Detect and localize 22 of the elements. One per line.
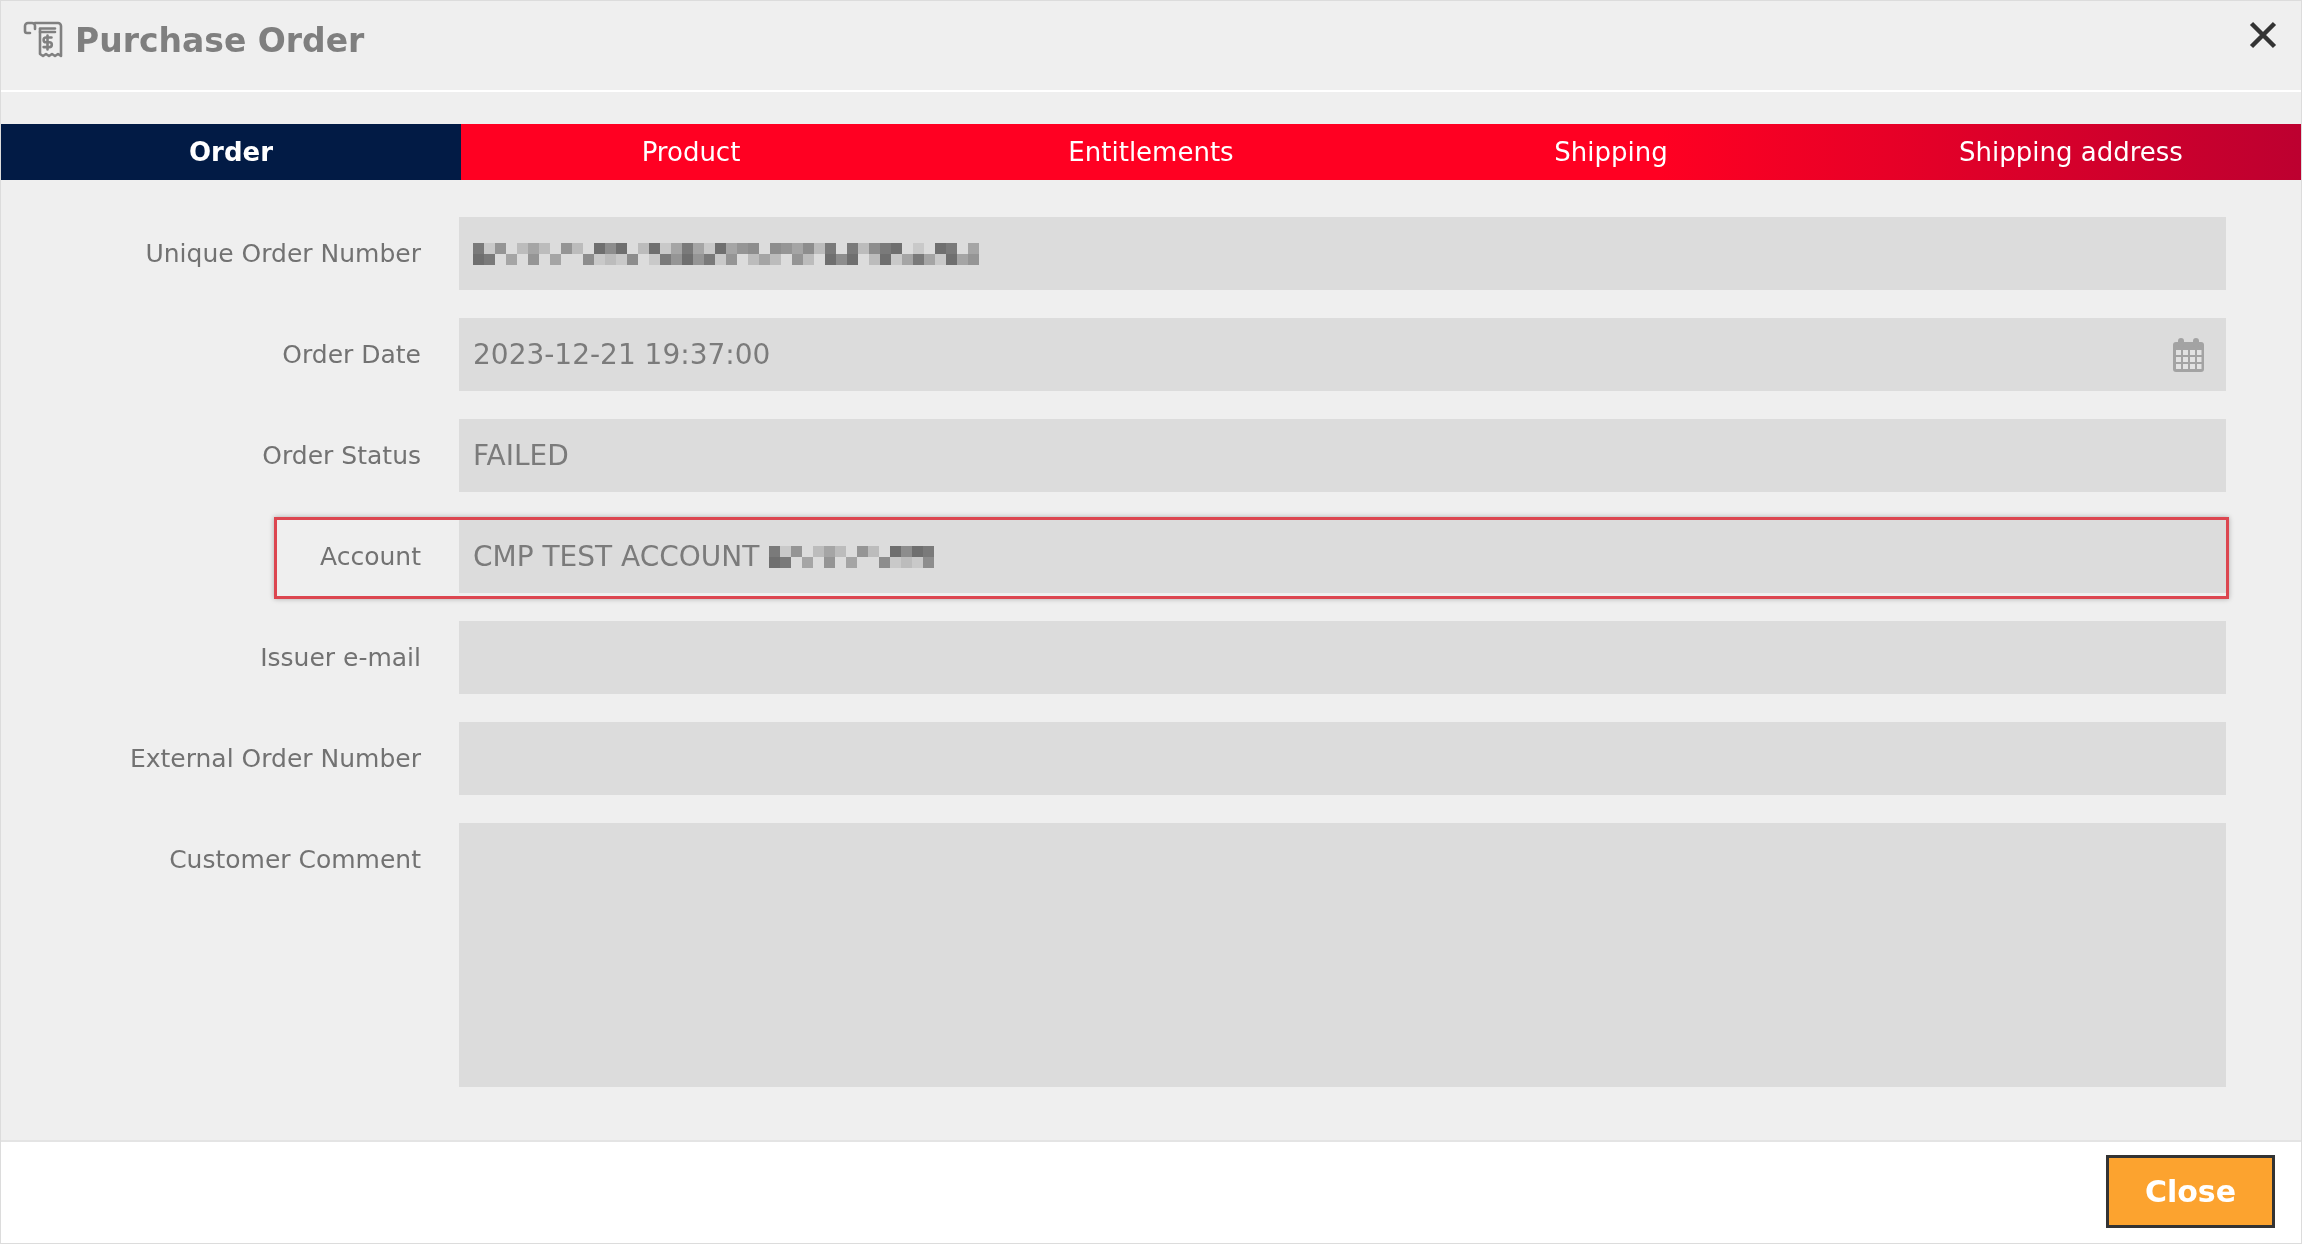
- field-label: Order Date: [282, 340, 421, 369]
- tab[interactable]: Order: [1, 124, 461, 180]
- calendar-icon[interactable]: [2173, 337, 2204, 372]
- tab[interactable]: Shipping address: [1841, 124, 2301, 180]
- tab[interactable]: Entitlements: [921, 124, 1381, 180]
- field-label: Unique Order Number: [145, 239, 421, 268]
- tab[interactable]: Shipping: [1381, 124, 1841, 180]
- field-label: Order Status: [262, 441, 421, 470]
- text-field[interactable]: FAILED: [459, 419, 2226, 492]
- field-label: External Order Number: [129, 744, 421, 773]
- tab[interactable]: Product: [461, 124, 921, 180]
- field-label: Account: [320, 542, 421, 571]
- dialog-title: Purchase Order: [75, 20, 365, 62]
- date-field[interactable]: 2023-12-21 19:37:00: [459, 318, 2226, 391]
- receipt-icon: [23, 21, 63, 59]
- close-button[interactable]: [2249, 21, 2277, 49]
- text-field[interactable]: [459, 217, 2226, 290]
- text-field[interactable]: CMP TEST ACCOUNT: [459, 520, 2226, 593]
- field-label: Customer Comment: [169, 845, 421, 874]
- close-icon: [2249, 21, 2277, 49]
- close-button[interactable]: Close: [2106, 1155, 2275, 1228]
- field-label: Issuer e-mail: [260, 643, 421, 672]
